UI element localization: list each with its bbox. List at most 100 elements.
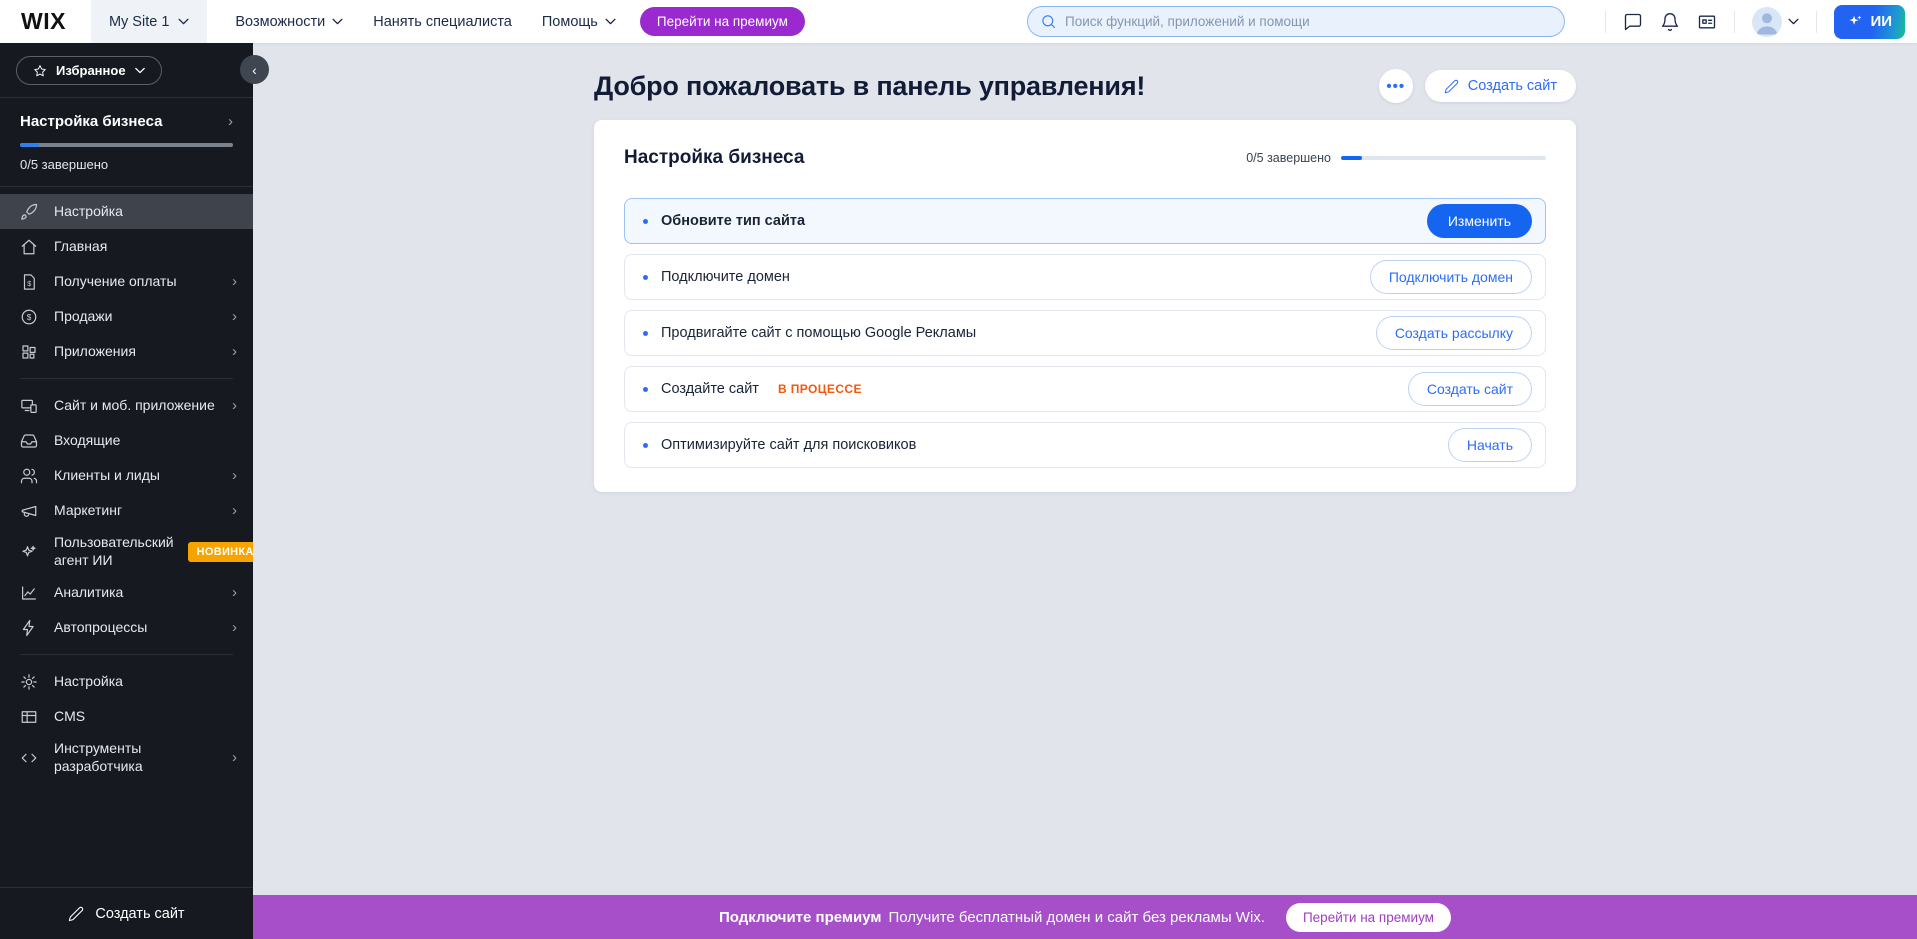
updates-news-icon[interactable] xyxy=(1697,12,1717,32)
gear-icon xyxy=(20,673,40,691)
setup-progress-track xyxy=(20,143,233,147)
sidebar: ‹ Избранное Настройка бизнеса › 0/5 заве… xyxy=(0,43,253,939)
sidebar-item-ai-agent[interactable]: Пользовательский агент ИИ НОВИНКА xyxy=(0,528,253,575)
task-list: Обновите тип сайта Изменить Подключите д… xyxy=(624,198,1546,468)
task-row-create-site[interactable]: Создайте сайт В ПРОЦЕССЕ Создать сайт xyxy=(624,366,1546,412)
task-row-update-site-type[interactable]: Обновите тип сайта Изменить xyxy=(624,198,1546,244)
search-icon xyxy=(1040,13,1057,30)
code-icon xyxy=(20,749,40,767)
sidebar-item-dev-tools[interactable]: Инструменты разработчика › xyxy=(0,734,253,781)
apps-grid-icon xyxy=(20,343,40,361)
nav-features-label: Возможности xyxy=(235,14,325,30)
create-site-button[interactable]: Создать сайт xyxy=(1425,70,1576,102)
divider xyxy=(1605,11,1606,33)
task-row-connect-domain[interactable]: Подключите домен Подключить домен xyxy=(624,254,1546,300)
favorites-row: Избранное xyxy=(0,43,253,98)
sidebar-item-label: Настройка xyxy=(54,203,237,221)
upgrade-premium-button[interactable]: Перейти на премиум xyxy=(640,7,805,36)
sidebar-item-label: Продажи xyxy=(54,308,218,326)
sidebar-item-apps[interactable]: Приложения › xyxy=(0,334,253,369)
task-create-site-button[interactable]: Создать сайт xyxy=(1408,372,1532,406)
card-progress-track xyxy=(1341,156,1546,160)
search-input[interactable] xyxy=(1065,14,1552,29)
sidebar-item-marketing[interactable]: Маркетинг › xyxy=(0,493,253,528)
sidebar-create-site-button[interactable]: Создать сайт xyxy=(0,887,253,939)
dollar-circle-icon: $ xyxy=(20,308,40,326)
chevron-right-icon: › xyxy=(232,584,237,601)
account-menu[interactable] xyxy=(1752,7,1799,37)
chevron-right-icon: › xyxy=(232,273,237,290)
task-row-seo[interactable]: Оптимизируйте сайт для поисковиков Начат… xyxy=(624,422,1546,468)
task-label: Подключите домен xyxy=(661,269,790,285)
global-search[interactable] xyxy=(1027,6,1565,37)
new-badge: НОВИНКА xyxy=(188,542,253,562)
chevron-right-icon: › xyxy=(232,308,237,325)
analytics-chart-icon xyxy=(20,584,40,602)
invoice-icon: $ xyxy=(20,273,40,291)
nav-help[interactable]: Помощь xyxy=(542,14,616,30)
task-label: Оптимизируйте сайт для поисковиков xyxy=(661,437,916,453)
sidebar-item-settings[interactable]: Настройка xyxy=(0,664,253,699)
sidebar-item-get-paid[interactable]: $ Получение оплаты › xyxy=(0,264,253,299)
setup-progress-label: 0/5 завершено xyxy=(20,157,233,172)
task-start-button[interactable]: Начать xyxy=(1448,428,1532,462)
chevron-down-icon xyxy=(332,18,343,25)
favorites-menu[interactable]: Избранное xyxy=(16,56,162,85)
divider xyxy=(1816,11,1817,33)
sidebar-item-label: Приложения xyxy=(54,343,218,361)
chevron-down-icon xyxy=(135,67,145,74)
ai-sparkle-icon xyxy=(20,543,40,561)
topbar-icons: ИИ xyxy=(1605,0,1917,43)
chevron-right-icon: › xyxy=(232,749,237,766)
nav-hire-professional[interactable]: Нанять специалиста xyxy=(373,14,512,30)
favorites-label: Избранное xyxy=(56,63,126,78)
bullet-dot-icon xyxy=(643,443,648,448)
rocket-icon xyxy=(20,203,40,221)
divider xyxy=(20,654,233,655)
task-edit-button[interactable]: Изменить xyxy=(1427,204,1532,238)
inbox-icon xyxy=(20,432,40,450)
chevron-down-icon xyxy=(178,18,189,25)
business-setup-summary[interactable]: Настройка бизнеса › 0/5 завершено xyxy=(0,98,253,187)
sidebar-item-label: Автопроцессы xyxy=(54,619,218,637)
sidebar-item-label: Входящие xyxy=(54,432,237,450)
ai-assistant-button[interactable]: ИИ xyxy=(1834,5,1905,39)
pencil-icon xyxy=(68,906,84,922)
sidebar-item-analytics[interactable]: Аналитика › xyxy=(0,575,253,610)
premium-banner: Подключите премиум Получите бесплатный д… xyxy=(253,895,1917,939)
main-content: Добро пожаловать в панель управления! ••… xyxy=(253,43,1917,895)
chevron-right-icon: › xyxy=(232,397,237,414)
task-row-google-ads[interactable]: Продвигайте сайт с помощью Google Реклам… xyxy=(624,310,1546,356)
sidebar-item-automations[interactable]: Автопроцессы › xyxy=(0,610,253,645)
task-status-badge: В ПРОЦЕССЕ xyxy=(778,382,862,396)
sidebar-item-inbox[interactable]: Входящие xyxy=(0,423,253,458)
divider xyxy=(1734,11,1735,33)
sidebar-item-sales[interactable]: $ Продажи › xyxy=(0,299,253,334)
ai-button-label: ИИ xyxy=(1870,13,1892,30)
site-selector[interactable]: My Site 1 xyxy=(91,0,207,43)
card-title: Настройка бизнеса xyxy=(624,147,804,169)
chevron-right-icon: › xyxy=(232,502,237,519)
chat-icon[interactable] xyxy=(1623,12,1643,32)
sidebar-collapse-button[interactable]: ‹ xyxy=(240,55,269,84)
chevron-down-icon xyxy=(605,18,616,25)
sidebar-item-customers-leads[interactable]: Клиенты и лиды › xyxy=(0,458,253,493)
task-create-campaign-button[interactable]: Создать рассылку xyxy=(1376,316,1532,350)
divider xyxy=(20,378,233,379)
banner-premium-button[interactable]: Перейти на премиум xyxy=(1286,903,1451,932)
sidebar-item-label: Инструменты разработчика xyxy=(54,740,218,775)
nav-features[interactable]: Возможности xyxy=(235,14,343,30)
sidebar-item-label: Клиенты и лиды xyxy=(54,467,218,485)
more-actions-button[interactable]: ••• xyxy=(1379,69,1413,103)
cms-table-icon xyxy=(20,708,40,726)
business-setup-title: Настройка бизнеса xyxy=(20,113,162,130)
notifications-bell-icon[interactable] xyxy=(1660,12,1680,32)
sidebar-item-cms[interactable]: CMS xyxy=(0,699,253,734)
task-connect-domain-button[interactable]: Подключить домен xyxy=(1370,260,1532,294)
sidebar-item-home[interactable]: Главная xyxy=(0,229,253,264)
sidebar-item-setup[interactable]: Настройка xyxy=(0,194,253,229)
sidebar-item-site-and-app[interactable]: Сайт и моб. приложение › xyxy=(0,388,253,423)
chevron-right-icon: › xyxy=(228,113,233,130)
chevron-down-icon xyxy=(1788,18,1799,25)
home-icon xyxy=(20,238,40,256)
